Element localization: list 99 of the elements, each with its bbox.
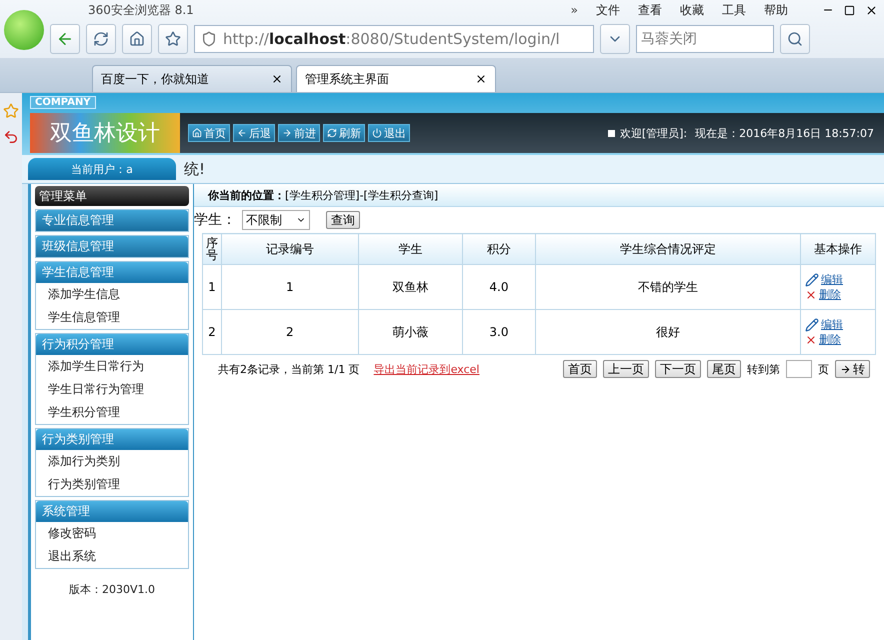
- version-text: 版本：2030V1.0: [68, 582, 155, 597]
- record-summary: 共有2条记录，当前第 1/1 页: [218, 362, 360, 376]
- more-menu[interactable]: »: [570, 3, 578, 17]
- menu-item[interactable]: 学生日常行为管理: [36, 378, 188, 401]
- pager-button[interactable]: 首页: [563, 360, 597, 378]
- address-text: http://localhost:8080/StudentSystem/login/l: [223, 30, 560, 48]
- nav-icon: [282, 128, 292, 138]
- export-link[interactable]: 导出当前记录到excel: [374, 362, 480, 376]
- welcome-text: 欢迎[管理员]:: [620, 126, 688, 140]
- table-cell: 1: [202, 264, 222, 310]
- menu-item[interactable]: 行为类别管理: [36, 473, 188, 496]
- bullet-icon: [608, 130, 615, 136]
- table-cell: 不错的学生: [535, 264, 800, 310]
- table-cell: 1: [222, 264, 358, 310]
- menu-item[interactable]: 退出系统: [36, 545, 188, 568]
- table-cell: 2: [222, 310, 358, 354]
- menu-group-header[interactable]: 班级信息管理: [36, 236, 188, 257]
- star-icon: [165, 31, 181, 47]
- menu-item[interactable]: 收藏: [680, 2, 704, 18]
- arrow-icon: [840, 364, 851, 374]
- edit-link[interactable]: 编辑: [805, 272, 871, 287]
- column-header: 学生: [358, 234, 463, 264]
- column-header: 学生综合情况评定: [535, 234, 800, 264]
- tab-label: 管理系统主界面: [305, 70, 389, 88]
- menu-item[interactable]: 添加学生日常行为: [36, 355, 188, 378]
- marquee-text: 统!: [184, 160, 206, 178]
- browser-tab[interactable]: 百度一下，你就知道: [92, 65, 292, 92]
- pencil-icon: [805, 318, 819, 332]
- page-label: 页: [818, 362, 829, 376]
- nav-icon: [327, 128, 337, 138]
- query-button[interactable]: 查询: [326, 211, 360, 229]
- menu-group-header[interactable]: 专业信息管理: [36, 210, 188, 231]
- refresh-icon: [93, 31, 109, 47]
- nav-button[interactable]: 前进: [278, 124, 320, 142]
- menu-item[interactable]: 添加行为类别: [36, 450, 188, 473]
- current-time: 现在是：2016年8月16日 18:57:07: [695, 126, 874, 140]
- home-icon: [129, 31, 145, 47]
- nav-icon: [372, 128, 382, 138]
- filter-label: 学生：: [194, 211, 236, 229]
- site-logo: 双鱼林设计: [30, 113, 180, 153]
- goto-label: 转到第: [747, 362, 780, 376]
- close-icon[interactable]: [865, 4, 878, 16]
- address-field[interactable]: http://localhost:8080/StudentSystem/login/l: [194, 25, 594, 53]
- browser-logo-icon: [4, 10, 44, 50]
- column-header: 积分: [462, 234, 536, 264]
- star-icon[interactable]: [3, 103, 19, 119]
- shield-icon: [201, 31, 217, 47]
- home-button[interactable]: [122, 24, 152, 54]
- table-cell: 4.0: [462, 264, 536, 310]
- refresh-button[interactable]: [86, 24, 116, 54]
- pager-button[interactable]: 尾页: [707, 360, 741, 378]
- table-cell: 很好: [535, 310, 800, 354]
- column-header: 基本操作: [800, 234, 876, 264]
- column-header: 序号: [202, 234, 222, 264]
- menu-item[interactable]: 添加学生信息: [36, 283, 188, 306]
- delete-link[interactable]: 删除: [805, 332, 871, 347]
- company-label: COMPANY: [30, 96, 96, 109]
- back-button[interactable]: [50, 24, 80, 54]
- pager-button[interactable]: 下一页: [655, 360, 701, 378]
- table-cell: 3.0: [462, 310, 536, 354]
- delete-link[interactable]: 删除: [805, 287, 871, 302]
- menu-item[interactable]: 修改密码: [36, 522, 188, 545]
- search-icon: [787, 31, 803, 47]
- menu-item[interactable]: 学生信息管理: [36, 306, 188, 329]
- table-cell: 萌小薇: [358, 310, 463, 354]
- tab-label: 百度一下，你就知道: [101, 70, 209, 88]
- search-button[interactable]: [780, 24, 810, 54]
- student-select[interactable]: 不限制: [242, 210, 310, 230]
- nav-button[interactable]: 退出: [368, 124, 410, 142]
- search-field[interactable]: 马蓉关闭: [636, 25, 774, 53]
- nav-icon: [192, 128, 202, 138]
- go-button[interactable]: 转: [835, 360, 870, 378]
- favorite-button[interactable]: [158, 24, 188, 54]
- cross-icon: [805, 334, 817, 346]
- close-icon[interactable]: [271, 73, 283, 85]
- nav-button[interactable]: 后退: [233, 124, 275, 142]
- table-cell: 2: [202, 310, 222, 354]
- nav-button[interactable]: 首页: [188, 124, 230, 142]
- browser-title: 360安全浏览器 8.1: [88, 2, 194, 18]
- maximize-icon[interactable]: [844, 4, 855, 16]
- menu-item[interactable]: 帮助: [764, 2, 788, 18]
- column-header: 记录编号: [222, 234, 358, 264]
- page-input[interactable]: [786, 360, 812, 378]
- menu-item[interactable]: 查看: [638, 2, 662, 18]
- table-cell: 双鱼林: [358, 264, 463, 310]
- undo-icon[interactable]: [3, 129, 19, 145]
- menu-item[interactable]: 文件: [596, 2, 620, 18]
- pager-button[interactable]: 上一页: [603, 360, 649, 378]
- pencil-icon: [805, 272, 819, 286]
- nav-icon: [237, 128, 247, 138]
- cross-icon: [805, 288, 817, 300]
- menu-title: 管理菜单: [35, 186, 189, 206]
- edit-link[interactable]: 编辑: [805, 317, 871, 332]
- nav-button[interactable]: 刷新: [323, 124, 365, 142]
- close-icon[interactable]: [475, 73, 487, 85]
- browser-tab[interactable]: 管理系统主界面: [296, 65, 496, 92]
- menu-item[interactable]: 工具: [722, 2, 746, 18]
- breadcrumb: 你当前的位置：[学生积分管理]-[学生积分查询]: [194, 184, 884, 207]
- menu-item[interactable]: 学生积分管理: [36, 401, 188, 424]
